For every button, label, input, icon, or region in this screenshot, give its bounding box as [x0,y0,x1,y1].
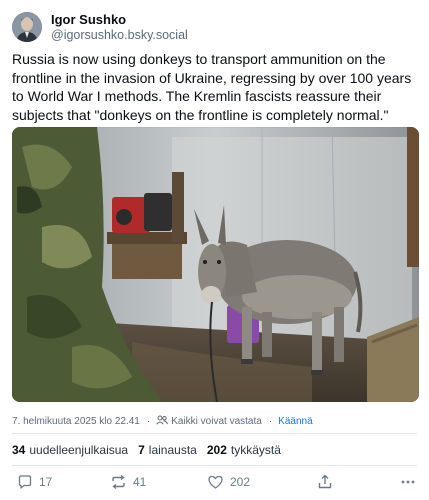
post-actions: 17 41 202 [12,472,417,492]
repost-button[interactable]: 41 [110,472,146,492]
author-display-name[interactable]: Igor Sushko [51,12,188,28]
avatar[interactable] [12,12,42,42]
like-count: 202 [230,475,251,489]
reply-permission: Kaikki voivat vastata [171,416,262,427]
likes-stat[interactable]: 202 tykkäystä [207,443,281,457]
reply-count: 17 [39,475,53,489]
engagement-stats: 34 uudelleenjulkaisua 7 lainausta 202 tykkä… [12,443,291,457]
donkey-photo [12,127,419,402]
share-icon [318,474,332,489]
people-icon [156,415,169,429]
more-icon [401,480,415,484]
author-handle[interactable]: @igorsushko.bsky.social [51,28,188,43]
meta-separator: · [268,416,273,427]
quotes-stat[interactable]: 7 lainausta [138,443,197,457]
reposts-stat[interactable]: 34 uudelleenjulkaisua [12,443,128,457]
post: Igor Sushko @igorsushko.bsky.social Russ… [0,0,429,500]
heart-icon [208,475,223,489]
reposts-label: uudelleenjulkaisua [29,443,129,457]
share-button[interactable] [317,472,339,492]
post-header: Igor Sushko @igorsushko.bsky.social [12,10,188,44]
quotes-count: 7 [138,443,145,457]
divider [12,433,417,434]
likes-label: tykkäystä [230,443,281,457]
post-text: Russia is now using donkeys to transport… [12,51,412,123]
post-image[interactable] [12,127,419,402]
more-options-button[interactable] [400,472,422,492]
likes-count: 202 [206,443,227,457]
reply-icon [18,475,32,489]
translate-link[interactable]: Käännä [278,416,312,428]
reposts-count: 34 [12,443,26,457]
author-names: Igor Sushko @igorsushko.bsky.social [51,12,188,43]
meta-separator: · [146,416,151,427]
like-button[interactable]: 202 [207,472,250,492]
reply-button[interactable]: 17 [17,472,52,492]
post-timestamp[interactable]: 7. helmikuuta 2025 klo 22.41 [12,416,140,428]
divider [12,465,417,466]
post-meta: 7. helmikuuta 2025 klo 22.41 · Kaikki vo… [12,415,313,429]
repost-icon [112,474,125,490]
repost-count: 41 [133,475,147,489]
quotes-label: lainausta [148,443,197,457]
